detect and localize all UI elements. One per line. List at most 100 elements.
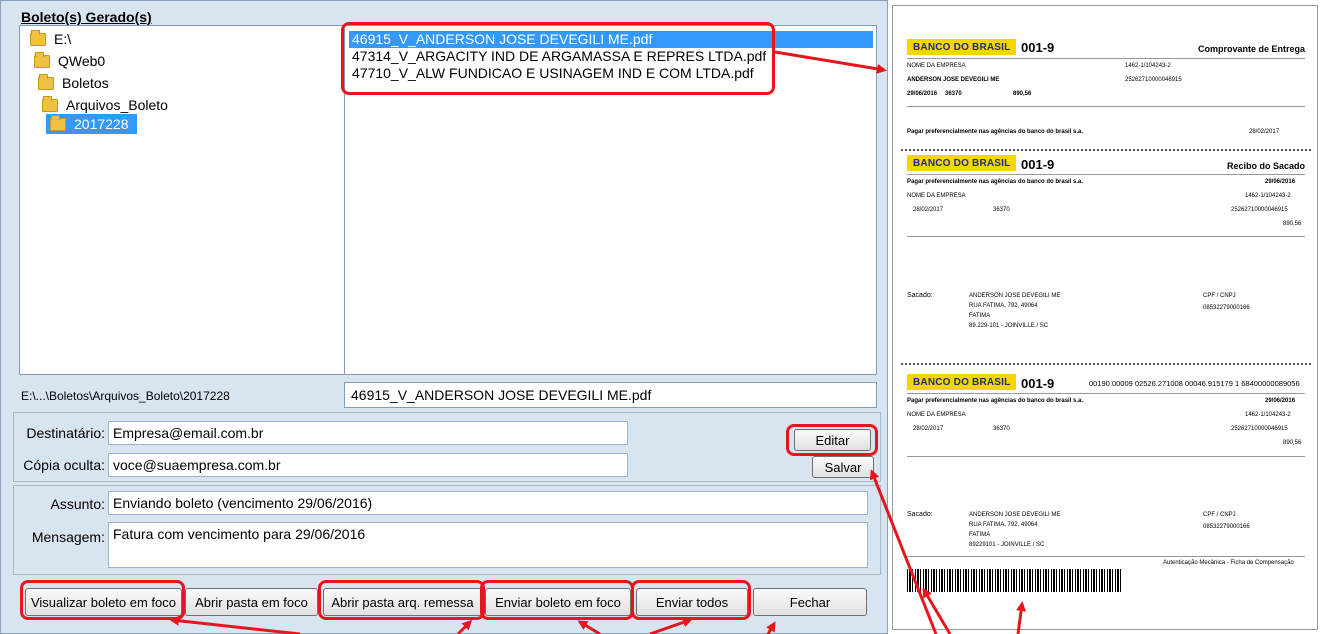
enviar-todos-button[interactable]: Enviar todos xyxy=(636,588,748,616)
agencia-value: 1462-1/104243-2 xyxy=(1245,193,1291,199)
autenticacao-mecanica: Autenticação Mecânica - Ficha de Compens… xyxy=(1163,560,1294,566)
valor-value: 890,56 xyxy=(1013,91,1032,97)
tree-item-boletos[interactable]: Boletos xyxy=(38,73,109,93)
divider xyxy=(907,556,1305,557)
boleto-preview: BANCO DO BRASIL 001-9 Comprovante de Ent… xyxy=(892,5,1318,630)
data-documento-value: 28/02/2017 xyxy=(913,207,944,213)
vencimento-value: 29/06/2016 xyxy=(907,91,938,97)
folder-icon xyxy=(30,29,46,46)
data-documento-value: 28/02/2017 xyxy=(1249,129,1280,135)
folder-path-label: E:\...\Boletos\Arquivos_Boleto\2017228 xyxy=(21,389,230,403)
tree-item-qweb0[interactable]: QWeb0 xyxy=(34,51,105,71)
selected-filename-field[interactable]: 46915_V_ANDERSON JOSE DEVEGILI ME.pdf xyxy=(344,382,877,408)
address-line: FATIMA xyxy=(969,532,991,538)
folder-icon xyxy=(38,73,54,90)
cpf-label: CPF / CNPJ xyxy=(1203,512,1236,518)
cut-line xyxy=(901,363,1311,365)
cedente-value: NOME DA EMPRESA xyxy=(907,63,966,69)
divider xyxy=(907,174,1305,175)
fechar-button[interactable]: Fechar xyxy=(753,588,867,616)
divider xyxy=(907,106,1305,107)
file-list[interactable]: 46915_V_ANDERSON JOSE DEVEGILI ME.pdf 47… xyxy=(344,25,877,375)
nosso-numero-value: 25262710000046915 xyxy=(1125,77,1182,83)
cedente-value: NOME DA EMPRESA xyxy=(907,193,966,199)
valor-value: 890,56 xyxy=(1283,221,1302,227)
assunto-input[interactable]: Enviando boleto (vencimento 29/06/2016) xyxy=(108,491,868,515)
abrir-pasta-remessa-button[interactable]: Abrir pasta arq. remessa xyxy=(323,588,482,616)
sacado-value: ANDERSON JOSE DEVEGILI ME xyxy=(969,512,1061,518)
nosso-numero-value: 25262710000046915 xyxy=(1231,207,1288,213)
agencia-value: 1462-1/104243-2 xyxy=(1125,63,1171,69)
sacado-label: Sacado: xyxy=(907,511,933,518)
folder-tree[interactable]: E:\ QWeb0 Boletos Arquivos_Boleto 201722… xyxy=(19,25,345,375)
destinatario-input[interactable]: Empresa@email.com.br xyxy=(108,421,628,445)
cnpj-value: 08532279000166 xyxy=(1203,524,1250,530)
copia-oculta-input[interactable]: voce@suaempresa.com.br xyxy=(108,453,628,477)
assunto-label: Assunto: xyxy=(50,496,105,512)
sacado-value: ANDERSON JOSE DEVEGILI ME xyxy=(907,77,1000,83)
data-documento-value: 28/02/2017 xyxy=(913,426,944,432)
folder-icon xyxy=(34,51,50,68)
file-item[interactable]: 47314_V_ARGACITY IND DE ARGAMASSA E REPR… xyxy=(349,48,769,65)
local-pagamento: Pagar preferencialmente nas agências do … xyxy=(907,398,1084,404)
sacado-value: ANDERSON JOSE DEVEGILI ME xyxy=(969,293,1061,299)
bank-code: 001-9 xyxy=(1021,40,1055,55)
copia-oculta-label: Cópia oculta: xyxy=(23,457,105,473)
divider xyxy=(907,58,1305,59)
vencimento-value: 29/06/2016 xyxy=(1265,398,1296,404)
cpf-label: CPF / CNPJ xyxy=(1203,293,1236,299)
divider xyxy=(907,456,1305,457)
address-line: RUA FATIMA, 792, 49064 xyxy=(969,522,1038,528)
recipients-group: Destinatário: Empresa@email.com.br Cópia… xyxy=(13,412,881,482)
address-line: FATIMA xyxy=(969,313,991,319)
folder-icon xyxy=(42,95,58,112)
tree-item-label: QWeb0 xyxy=(58,53,106,69)
bank-code: 001-9 xyxy=(1021,376,1055,391)
panel-title: Boleto(s) Gerado(s) xyxy=(21,9,152,25)
agencia-value: 1462-1/104243-2 xyxy=(1245,412,1291,418)
numero-documento-value: 36370 xyxy=(945,91,962,97)
message-group: Assunto: Enviando boleto (vencimento 29/… xyxy=(13,485,881,575)
section-title: Recibo do Sacado xyxy=(1226,161,1305,171)
tree-item-label: 2017228 xyxy=(74,116,129,132)
valor-value: 890,56 xyxy=(1283,440,1302,446)
divider xyxy=(907,236,1305,237)
tree-item-label: Boletos xyxy=(62,75,109,91)
vencimento-value: 29/06/2016 xyxy=(1265,179,1296,185)
sacado-label: Sacado: xyxy=(907,292,933,299)
tree-item-label: Arquivos_Boleto xyxy=(66,97,168,113)
file-item[interactable]: 46915_V_ANDERSON JOSE DEVEGILI ME.pdf xyxy=(349,31,873,48)
bank-logo: BANCO DO BRASIL xyxy=(907,374,1017,390)
folder-icon xyxy=(50,114,66,131)
local-pagamento: Pagar preferencialmente nas agências do … xyxy=(907,129,1084,135)
numero-documento-value: 36370 xyxy=(993,207,1010,213)
divider xyxy=(907,393,1305,394)
bank-logo: BANCO DO BRASIL xyxy=(907,39,1017,55)
enviar-boleto-button[interactable]: Enviar boleto em foco xyxy=(485,588,631,616)
editar-button[interactable]: Editar xyxy=(794,429,871,451)
destinatario-label: Destinatário: xyxy=(26,425,105,441)
address-line: 89.229-101 - JOINVILLE / SC xyxy=(969,323,1049,329)
digitable-line: 00190.00009 02526.271008 00046.915179 1 … xyxy=(1089,379,1300,388)
bank-logo: BANCO DO BRASIL xyxy=(907,155,1017,171)
salvar-button[interactable]: Salvar xyxy=(812,456,874,478)
numero-documento-value: 36370 xyxy=(993,426,1010,432)
tree-item-arquivos-boleto[interactable]: Arquivos_Boleto xyxy=(42,95,168,115)
tree-item-drive[interactable]: E:\ xyxy=(30,29,71,49)
tree-item-2017228[interactable]: 2017228 xyxy=(46,114,137,134)
bank-code: 001-9 xyxy=(1021,157,1055,172)
cut-line xyxy=(901,149,1311,151)
address-line: 89229101 - JOINVILLE / SC xyxy=(969,542,1045,548)
tree-item-label: E:\ xyxy=(54,31,72,47)
cnpj-value: 08532279000166 xyxy=(1203,305,1250,311)
file-item[interactable]: 47710_V_ALW FUNDICAO E USINAGEM IND E CO… xyxy=(349,65,757,82)
mensagem-label: Mensagem: xyxy=(31,529,105,545)
boleto-window: Boleto(s) Gerado(s) E:\ QWeb0 Boletos Ar… xyxy=(0,0,888,634)
local-pagamento: Pagar preferencialmente nas agências do … xyxy=(907,179,1084,185)
barcode xyxy=(907,569,1121,592)
mensagem-textarea[interactable]: Fatura com vencimento para 29/06/2016 xyxy=(108,522,868,568)
abrir-pasta-button[interactable]: Abrir pasta em foco xyxy=(185,588,318,616)
section-title: Comprovante de Entrega xyxy=(1197,44,1305,54)
visualizar-boleto-button[interactable]: Visualizar boleto em foco xyxy=(25,588,182,616)
cedente-value: NOME DA EMPRESA xyxy=(907,412,966,418)
